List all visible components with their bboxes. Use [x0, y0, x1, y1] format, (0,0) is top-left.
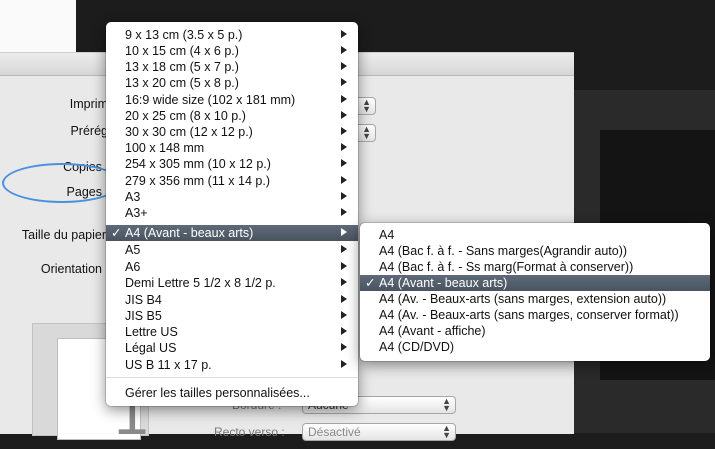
menu-item[interactable]: JIS B4	[106, 292, 358, 308]
menu-item[interactable]: 20 x 25 cm (8 x 10 p.)	[106, 108, 358, 124]
submenu-arrow-icon	[341, 327, 347, 335]
menu-separator	[106, 377, 358, 378]
submenu-arrow-icon	[341, 111, 347, 119]
submenu-arrow-icon	[341, 95, 347, 103]
menu-item[interactable]: 279 x 356 mm (11 x 14 p.)	[106, 173, 358, 189]
duplex-popup[interactable]: Désactivé ▲ ▼	[302, 423, 456, 441]
submenu-arrow-icon	[341, 343, 347, 351]
manage-custom-sizes-item[interactable]: Gérer les tailles personnalisées...	[106, 385, 358, 401]
menu-item[interactable]: 16:9 wide size (102 x 181 mm)	[106, 92, 358, 108]
submenu-item[interactable]: A4 (Av. - Beaux-arts (sans marges, exten…	[360, 291, 710, 307]
menu-item[interactable]: A3+	[106, 205, 358, 221]
menu-item[interactable]: A3	[106, 189, 358, 205]
updown-icon: ▲ ▼	[362, 97, 371, 114]
submenu-item[interactable]: A4 (Av. - Beaux-arts (sans marges, conse…	[360, 307, 710, 323]
checkmark-icon: ✓	[111, 226, 122, 240]
submenu-arrow-icon	[341, 262, 347, 270]
paper-size-label: Taille du papier	[21, 228, 106, 242]
duplex-value: Désactivé	[308, 425, 361, 439]
menu-item[interactable]: Demi Lettre 5 1/2 x 8 1/2 p.	[106, 275, 358, 291]
menu-item[interactable]: 13 x 20 cm (5 x 8 p.)	[106, 75, 358, 91]
menu-item[interactable]: US B 11 x 17 p.	[106, 357, 358, 373]
submenu-arrow-icon	[341, 295, 347, 303]
updown-icon: ▲ ▼	[362, 124, 371, 141]
menu-item[interactable]: 254 x 305 mm (10 x 12 p.)	[106, 156, 358, 172]
presets-label: Prérég	[70, 124, 108, 138]
submenu-arrow-icon	[341, 278, 347, 286]
background-window	[0, 0, 76, 52]
submenu-arrow-icon	[341, 46, 347, 54]
submenu-arrow-icon	[341, 143, 347, 151]
submenu-item[interactable]: A4 (Bac f. à f. - Ss marg(Format à conse…	[360, 259, 710, 275]
menu-item[interactable]: 30 x 30 cm (12 x 12 p.)	[106, 124, 358, 140]
annotation-circle	[2, 163, 122, 203]
menu-item[interactable]: A5	[106, 242, 358, 258]
submenu-item[interactable]: A4	[360, 227, 710, 243]
updown-icon: ▲ ▼	[442, 396, 451, 413]
submenu-arrow-icon	[341, 62, 347, 70]
submenu-arrow-icon	[341, 360, 347, 368]
submenu-item[interactable]: A4 (CD/DVD)	[360, 339, 710, 355]
menu-item[interactable]: 13 x 18 cm (5 x 7 p.)	[106, 59, 358, 75]
submenu-arrow-icon	[341, 311, 347, 319]
duplex-label: Recto verso :	[214, 425, 285, 439]
menu-item[interactable]: Lettre US	[106, 324, 358, 340]
a4-submenu: A4 A4 (Bac f. à f. - Sans marges(Agrandi…	[360, 223, 710, 361]
submenu-arrow-icon	[341, 245, 347, 253]
menu-item[interactable]: 10 x 15 cm (4 x 6 p.)	[106, 43, 358, 59]
submenu-item[interactable]: A4 (Avant - affiche)	[360, 323, 710, 339]
submenu-arrow-icon	[341, 176, 347, 184]
submenu-arrow-icon	[341, 192, 347, 200]
updown-icon: ▲ ▼	[442, 423, 451, 440]
submenu-arrow-icon	[341, 30, 347, 38]
menu-item[interactable]: 100 x 148 mm	[106, 140, 358, 156]
submenu-arrow-icon	[341, 127, 347, 135]
submenu-arrow-icon	[341, 159, 347, 167]
menu-item-selected[interactable]: ✓ A4 (Avant - beaux arts)	[106, 225, 358, 241]
submenu-arrow-icon	[341, 208, 347, 216]
menu-item[interactable]: JIS B5	[106, 308, 358, 324]
checkmark-icon: ✓	[365, 276, 376, 290]
submenu-arrow-icon	[341, 78, 347, 86]
submenu-item[interactable]: A4 (Bac f. à f. - Sans marges(Agrandir a…	[360, 243, 710, 259]
menu-item[interactable]: Légal US	[106, 340, 358, 356]
submenu-item-selected[interactable]: ✓ A4 (Avant - beaux arts)	[360, 275, 710, 291]
menu-item[interactable]: A6	[106, 259, 358, 275]
orientation-label: Orientation	[40, 262, 102, 276]
menu-item[interactable]: 9 x 13 cm (3.5 x 5 p.)	[106, 27, 358, 43]
printer-label: Imprim	[69, 97, 108, 111]
paper-size-menu: 9 x 13 cm (3.5 x 5 p.) 10 x 15 cm (4 x 6…	[106, 22, 358, 406]
submenu-arrow-icon	[341, 228, 347, 236]
